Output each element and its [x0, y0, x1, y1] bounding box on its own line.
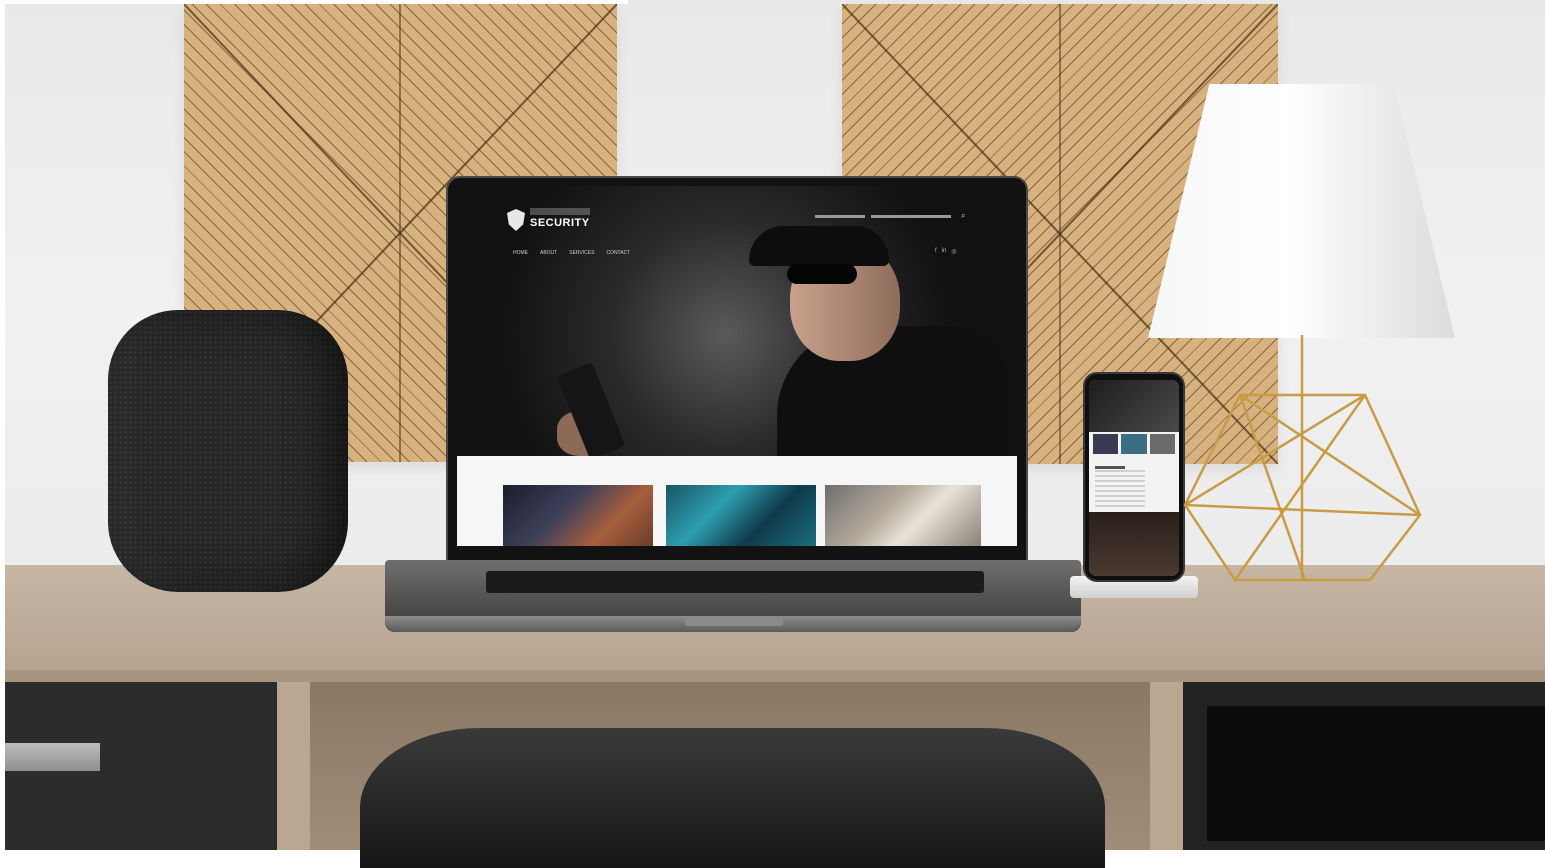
search-icon[interactable]: ⌕ [961, 211, 965, 221]
facebook-icon[interactable]: f [935, 248, 937, 255]
nav-item-contact[interactable]: CONTACT [606, 250, 630, 256]
lamp-geometric-base [1180, 335, 1425, 590]
nav-item-services[interactable]: SERVICES [569, 250, 594, 256]
desk-leg-right [1150, 681, 1183, 850]
laptop-screen: SECURITY ⌕ HOME ABOUT SERVICES CONTACT f… [457, 186, 1017, 546]
smart-speaker [108, 310, 348, 592]
guard-cap [749, 226, 889, 266]
phone-tile[interactable] [1121, 434, 1147, 454]
phone-body-text [1095, 470, 1145, 510]
desk-leg-left [277, 681, 310, 850]
phone-hero [1089, 380, 1179, 432]
phone-tile[interactable] [1149, 434, 1175, 454]
phone-section-title [1095, 466, 1125, 469]
service-tile-monitoring[interactable] [666, 485, 816, 546]
main-nav: HOME ABOUT SERVICES CONTACT [513, 250, 630, 256]
topbar-contact [815, 213, 951, 218]
logo-wordmark-top [530, 208, 590, 215]
laptop-keyboard [486, 571, 984, 593]
phone-tile[interactable] [1093, 434, 1119, 454]
drawer-right-front [1207, 706, 1545, 841]
social-links: f in ◎ [935, 248, 957, 255]
desk-edge [5, 670, 1545, 682]
guard-sunglasses [787, 264, 857, 284]
phone-screen [1089, 380, 1179, 576]
image-border [0, 0, 5, 850]
logo-wordmark[interactable]: SECURITY [530, 217, 590, 229]
linkedin-icon[interactable]: in [942, 248, 947, 255]
chair [360, 728, 1105, 868]
email-info[interactable] [871, 215, 951, 218]
services-section [457, 456, 1017, 546]
phone-service-tiles [1093, 434, 1175, 454]
drawer-handle [5, 743, 100, 771]
laptop-notch [685, 618, 783, 626]
phone-info[interactable] [815, 215, 865, 218]
phone-footer-band [1089, 512, 1179, 576]
nav-item-about[interactable]: ABOUT [540, 250, 557, 256]
instagram-icon[interactable]: ◎ [951, 248, 956, 255]
service-tile-cctv[interactable] [825, 485, 981, 546]
service-tile-guard[interactable] [503, 485, 653, 546]
nav-item-home[interactable]: HOME [513, 250, 528, 256]
